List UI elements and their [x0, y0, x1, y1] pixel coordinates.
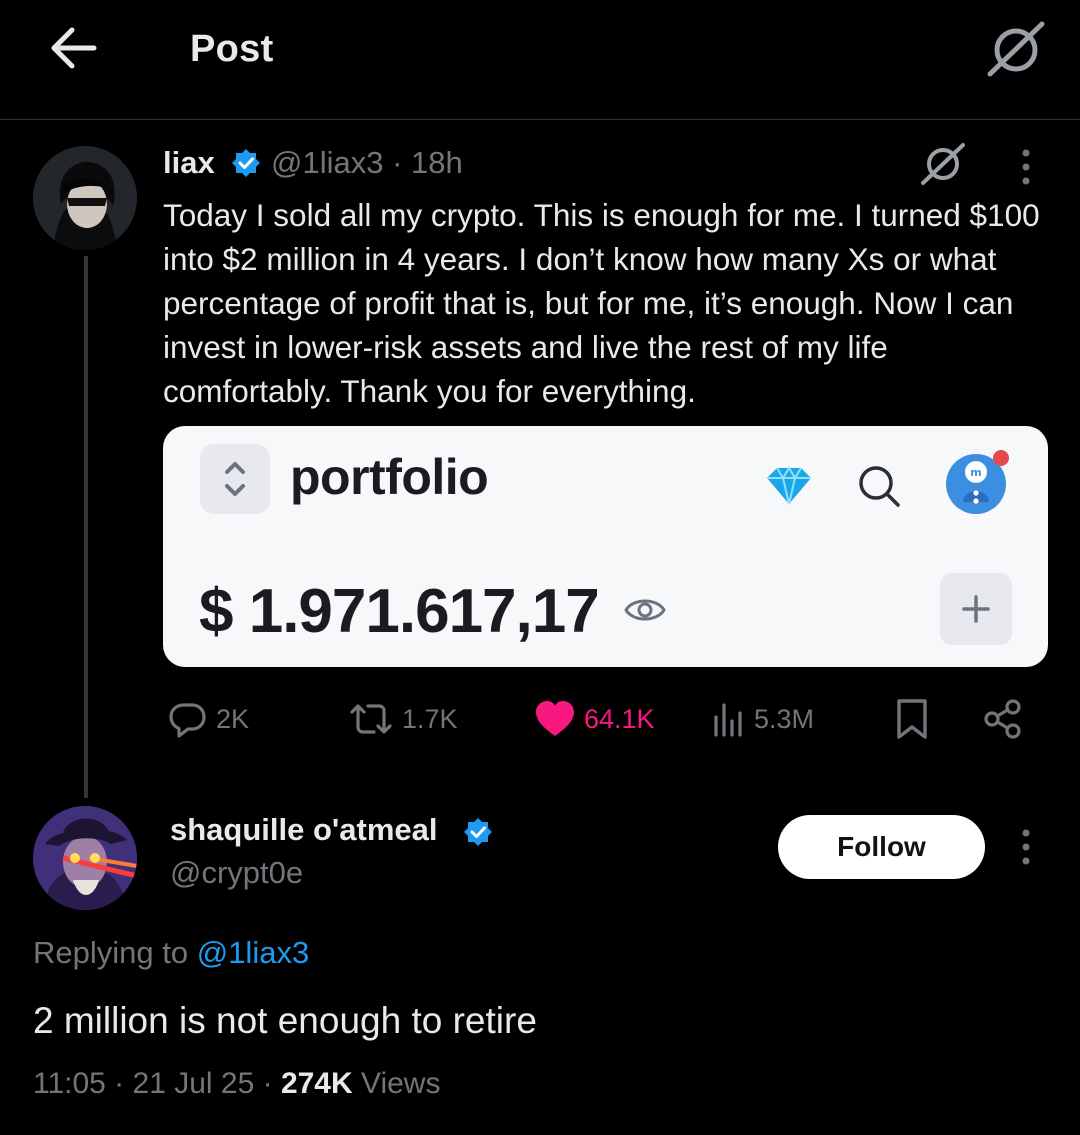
bookmark-icon[interactable]: [894, 696, 930, 742]
reply-button[interactable]: 2K: [168, 696, 249, 742]
repost-icon: [348, 699, 394, 739]
repost-button[interactable]: 1.7K: [348, 696, 458, 742]
page-title: Post: [190, 28, 274, 70]
like-icon: [534, 699, 576, 739]
search-icon: [853, 460, 905, 512]
grok-icon[interactable]: [918, 140, 968, 186]
portfolio-balance: $ 1.971.617,17: [199, 577, 600, 646]
portfolio-title: portfolio: [290, 449, 489, 505]
header-divider: [0, 119, 1080, 120]
verified-badge-icon: [231, 148, 261, 178]
reply-author-handle[interactable]: @crypt0e: [170, 855, 303, 891]
reply-author-name[interactable]: shaquille o'atmeal: [170, 812, 438, 848]
reply-text: 2 million is not enough to retire: [33, 1000, 537, 1041]
like-button[interactable]: 64.1K: [534, 696, 655, 742]
author-name[interactable]: liax: [163, 145, 215, 181]
reply-icon: [168, 699, 208, 739]
views-button[interactable]: 5.3M: [712, 696, 814, 742]
author-handle-time[interactable]: @1liax3 · 18h: [271, 145, 463, 181]
more-icon[interactable]: [1010, 825, 1042, 869]
grok-icon[interactable]: [984, 18, 1048, 78]
reply-count: 2K: [216, 703, 250, 734]
thread-line: [84, 256, 88, 798]
svg-text:m: m: [970, 466, 981, 479]
more-icon[interactable]: [1010, 145, 1042, 189]
follow-button[interactable]: Follow: [778, 815, 985, 879]
replying-to: Replying to @1liax3: [33, 935, 309, 971]
meta-time: 11:05 · 21 Jul 25 ·: [33, 1067, 281, 1100]
post-meta: 11:05 · 21 Jul 25 · 274K Views: [33, 1067, 440, 1101]
plus-icon: [940, 573, 1012, 645]
chevron-up-down-icon: [200, 444, 270, 514]
back-arrow-icon[interactable]: [46, 24, 98, 72]
author-avatar[interactable]: [33, 146, 137, 250]
verified-badge-icon: [463, 817, 493, 847]
meta-views-label: Views: [352, 1067, 441, 1100]
share-icon[interactable]: [982, 696, 1024, 742]
diamond-icon: [765, 466, 813, 506]
like-count: 64.1K: [584, 703, 655, 734]
eye-icon: [623, 592, 667, 628]
post-text: Today I sold all my crypto. This is enou…: [163, 197, 1040, 409]
replying-handle-link[interactable]: @1liax3: [197, 935, 309, 970]
post-image[interactable]: portfolio m $ 1.971.617,17: [163, 426, 1048, 667]
repost-count: 1.7K: [402, 703, 458, 734]
meta-views-count[interactable]: 274K: [281, 1067, 353, 1100]
views-count: 5.3M: [754, 703, 815, 734]
views-icon: [712, 699, 746, 739]
reply-author-avatar[interactable]: [33, 806, 137, 910]
profile-avatar-icon: m: [943, 446, 1013, 516]
replying-prefix: Replying to: [33, 935, 189, 970]
